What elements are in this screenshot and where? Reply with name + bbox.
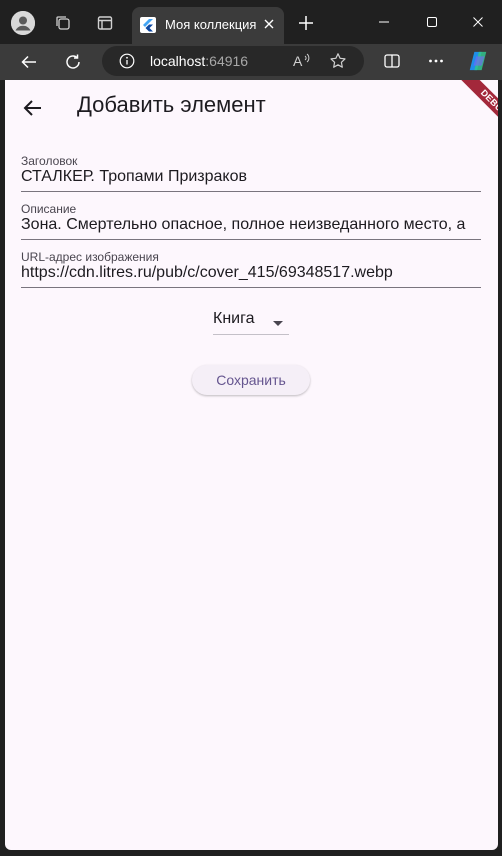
- description-field-underline: [21, 239, 481, 240]
- app-bar: Добавить элемент: [5, 80, 498, 136]
- title-input[interactable]: СТАЛКЕР. Тропами Призраков: [21, 168, 481, 186]
- more-options-icon[interactable]: [425, 50, 447, 72]
- svg-text:A: A: [293, 53, 303, 69]
- back-arrow-icon[interactable]: [21, 96, 45, 120]
- browser-tab-strip: Моя коллекция: [0, 0, 502, 44]
- site-info-icon[interactable]: [119, 53, 135, 69]
- copilot-icon[interactable]: [467, 50, 489, 72]
- close-tab-icon[interactable]: [261, 16, 277, 32]
- favorite-star-icon[interactable]: [329, 52, 347, 70]
- save-button[interactable]: Сохранить: [192, 365, 310, 395]
- title-field-label: Заголовок: [21, 154, 78, 168]
- type-dropdown[interactable]: Книга: [213, 308, 289, 336]
- dropdown-arrow-icon: [273, 321, 283, 326]
- description-input[interactable]: Зона. Смертельно опасное, полное неизвед…: [21, 216, 481, 234]
- description-field-label: Описание: [21, 202, 77, 216]
- back-arrow-icon[interactable]: [17, 50, 41, 74]
- profile-avatar-icon[interactable]: [11, 11, 35, 35]
- split-screen-icon[interactable]: [381, 50, 403, 72]
- type-dropdown-value: Книга: [213, 310, 255, 327]
- url-host: localhost: [150, 53, 206, 69]
- read-aloud-icon[interactable]: A: [292, 52, 312, 70]
- window-close-icon[interactable]: [467, 12, 489, 32]
- browser-toolbar: localhost:64916 A: [0, 44, 502, 80]
- tab-actions-icon[interactable]: [94, 12, 116, 34]
- workspaces-icon[interactable]: [52, 12, 74, 34]
- maximize-icon[interactable]: [421, 12, 443, 32]
- refresh-icon[interactable]: [61, 50, 85, 74]
- minimize-icon[interactable]: [373, 12, 395, 32]
- flutter-favicon-icon: [140, 17, 156, 33]
- url-text: localhost:64916: [150, 53, 248, 69]
- image-url-input[interactable]: https://cdn.litres.ru/pub/c/cover_415/69…: [21, 264, 481, 282]
- type-dropdown-underline: [213, 334, 289, 335]
- image-url-field-underline: [21, 287, 481, 288]
- page-title: Добавить элемент: [77, 92, 266, 117]
- title-field-underline: [21, 191, 481, 192]
- app-viewport: Добавить элемент DEBUG Заголовок СТАЛКЕР…: [5, 80, 498, 850]
- debug-banner: DEBUG: [428, 80, 498, 150]
- url-port: :64916: [205, 53, 249, 69]
- new-tab-icon[interactable]: [296, 13, 316, 33]
- image-url-field-label: URL-адрес изображения: [21, 250, 159, 264]
- debug-banner-label: DEBUG: [454, 80, 498, 144]
- address-bar[interactable]: localhost:64916 A: [102, 46, 364, 76]
- tab-title: Моя коллекция: [165, 17, 257, 32]
- browser-tab[interactable]: Моя коллекция: [132, 7, 284, 44]
